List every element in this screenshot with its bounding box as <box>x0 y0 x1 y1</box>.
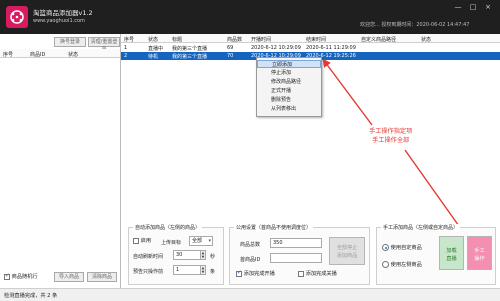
auto-add-group: 自动添加商品（左侧的商品） 启用 上传目标 全部 自动刷新时间 30 ▲▼ 秒 … <box>128 224 224 285</box>
preview-limit-input[interactable]: 1 ▲ ▼ <box>173 265 206 275</box>
menu-item-remove-from-list[interactable]: 从列表移出 <box>257 105 321 113</box>
load-live-line-1: 加载 <box>446 248 457 254</box>
manual-add-group: 手工添加商品（左侧或自定商品） 使用自定商品 使用左侧商品 加载 直播 手工 操… <box>376 224 496 285</box>
use-left-products-option[interactable]: 使用左侧商品 <box>382 261 422 268</box>
row-title: 我的第三个直播 <box>172 46 208 52</box>
load-live-button[interactable]: 加载 直播 <box>439 236 464 270</box>
row-end-time: 2020-6-11 11:29:09 <box>306 45 356 51</box>
row-status: 直播中 <box>148 46 164 52</box>
annotation-line-2: 手工操作全部 <box>372 137 410 144</box>
product-total-label: 商品总数 <box>240 242 261 248</box>
manual-operate-line-2: 操作 <box>474 256 485 262</box>
refresh-interval-label: 自动刷新时间 <box>133 254 164 260</box>
column-state[interactable]: 状态 <box>421 36 431 43</box>
auto-add-enable-checkbox[interactable] <box>133 237 139 244</box>
clear-products-button[interactable]: 清除商品 <box>87 272 117 282</box>
auto-open-label: 添加完成开播 <box>243 271 275 277</box>
reset-login-button[interactable]: 清理/重置登录 <box>88 37 120 53</box>
interval-spinner[interactable]: ▲ ▼ <box>200 250 206 260</box>
license-info: 欢迎您... 授权到期时间：2020-06-02 14:47:47 <box>360 22 470 28</box>
manual-operate-line-1: 手工 <box>474 248 485 254</box>
menu-item-edit-path[interactable]: 修改商品路径 <box>257 78 321 86</box>
maximize-button[interactable]: □ <box>467 3 479 11</box>
column-product-id[interactable]: 商品ID <box>30 51 45 58</box>
column-custom-path[interactable]: 自定义商品路径 <box>361 36 396 43</box>
table-header: 序号 状态 标题 商品数 开播时间 结束时间 自定义商品路径 状态 <box>121 34 500 43</box>
app-title: 淘篮商品添加器v1.2 <box>33 9 93 17</box>
column-index[interactable]: 序号 <box>3 51 13 58</box>
preview-limit-label: 预告只操作前 <box>133 269 164 275</box>
use-custom-products-option[interactable]: 使用自定商品 <box>382 244 422 251</box>
upload-target-label: 上传目标 <box>161 240 182 246</box>
row-title: 我的第三个直播 <box>172 54 208 60</box>
import-products-button[interactable]: 导入商品 <box>54 272 84 282</box>
row-status: 待机 <box>148 54 159 60</box>
auto-open-toggle[interactable]: 添加完成开播 <box>236 270 275 277</box>
change-account-button[interactable]: 换号登录 <box>54 37 86 47</box>
left-list-header: 序号 商品ID 状态 <box>0 49 120 58</box>
row-start-time: 2020-6-12 10:29:09 <box>251 45 301 51</box>
first-product-id-input[interactable] <box>270 253 322 263</box>
row-product-count: 70 <box>227 53 234 59</box>
row-index: 2 <box>124 53 128 59</box>
auto-add-title: 自动添加商品（左侧的商品） <box>133 224 203 231</box>
app-url: www.yaoghuoi1.com <box>33 18 85 24</box>
refresh-interval-input[interactable]: 30 ▲ ▼ <box>173 250 206 260</box>
row-index: 1 <box>124 45 128 51</box>
auto-open-checkbox[interactable] <box>236 270 242 277</box>
left-product-panel: 换号登录 清理/重置登录 序号 商品ID 状态 商品随机行 导入商品 清除商品 <box>0 34 121 288</box>
column-end-time[interactable]: 结束时间 <box>306 36 326 43</box>
column-index[interactable]: 序号 <box>124 36 134 43</box>
annotation-text: 手工操作指定项 手工操作全部 <box>369 127 412 145</box>
column-start-time[interactable]: 开播时间 <box>251 36 271 43</box>
column-title[interactable]: 标题 <box>172 36 182 43</box>
seconds-unit: 秒 <box>210 254 216 260</box>
close-button[interactable]: × <box>482 3 494 11</box>
minimize-button[interactable]: — <box>452 3 464 11</box>
menu-item-add-now[interactable]: 立即添加 <box>257 60 321 68</box>
use-left-label: 使用左侧商品 <box>390 262 422 268</box>
menu-item-stop-add[interactable]: 停止添加 <box>257 69 321 77</box>
status-text: 检测直播完成，共 2 条 <box>4 293 58 299</box>
product-total-input[interactable]: 350 <box>270 238 322 248</box>
manual-operate-button[interactable]: 手工 操作 <box>467 236 492 270</box>
context-menu: 立即添加 停止添加 修改商品路径 正式开播 删除预告 从列表移出 <box>256 57 322 117</box>
use-left-radio[interactable] <box>382 261 389 268</box>
random-row-checkbox[interactable] <box>4 273 10 280</box>
public-settings-title: 公用设置（首商品不使用调度位） <box>234 224 314 231</box>
column-status[interactable]: 状态 <box>148 36 158 43</box>
load-live-line-2: 直播 <box>446 256 457 262</box>
auto-add-enable-label: 启用 <box>140 238 152 244</box>
manual-add-title: 手工添加商品（左侧或自定商品） <box>381 224 461 231</box>
title-bar: 淘篮商品添加器v1.2 www.yaoghuoi1.com 欢迎您... 授权到… <box>0 0 500 34</box>
row-product-count: 69 <box>227 45 234 51</box>
left-panel-footer: 商品随机行 导入商品 清除商品 <box>0 268 120 286</box>
status-bar: 检测直播完成，共 2 条 <box>0 288 500 301</box>
preview-spinner[interactable]: ▲ ▼ <box>200 265 206 275</box>
first-product-id-label: 首商品ID <box>240 257 261 263</box>
app-logo-icon <box>6 6 28 28</box>
random-row-toggle[interactable]: 商品随机行 <box>4 273 38 280</box>
column-product-count[interactable]: 商品数 <box>227 36 242 43</box>
auto-close-label: 添加完成关播 <box>305 271 337 277</box>
public-settings-group: 公用设置（首商品不使用调度位） 商品总数 350 首商品ID 全部停止 添加商品… <box>229 224 370 285</box>
upload-target-select[interactable]: 全部 <box>189 236 213 246</box>
column-status[interactable]: 状态 <box>68 51 78 58</box>
menu-item-start-live[interactable]: 正式开播 <box>257 87 321 95</box>
stop-all-add-button[interactable]: 全部停止 添加商品 <box>329 237 365 265</box>
refresh-interval-value: 30 <box>176 252 183 258</box>
auto-close-toggle[interactable]: 添加完成关播 <box>298 270 337 277</box>
items-unit: 条 <box>210 269 216 275</box>
preview-limit-value: 1 <box>176 267 180 273</box>
table-row[interactable]: 1 直播中 我的第三个直播 69 2020-6-12 10:29:09 2020… <box>121 44 500 52</box>
auto-close-checkbox[interactable] <box>298 270 304 277</box>
auto-add-enable-toggle[interactable]: 启用 <box>133 237 151 244</box>
use-custom-radio[interactable] <box>382 244 389 251</box>
random-row-label: 商品随机行 <box>11 274 38 280</box>
menu-item-delete-preview[interactable]: 删除预告 <box>257 96 321 104</box>
use-custom-label: 使用自定商品 <box>390 245 422 251</box>
annotation-line-1: 手工操作指定项 <box>369 128 413 135</box>
